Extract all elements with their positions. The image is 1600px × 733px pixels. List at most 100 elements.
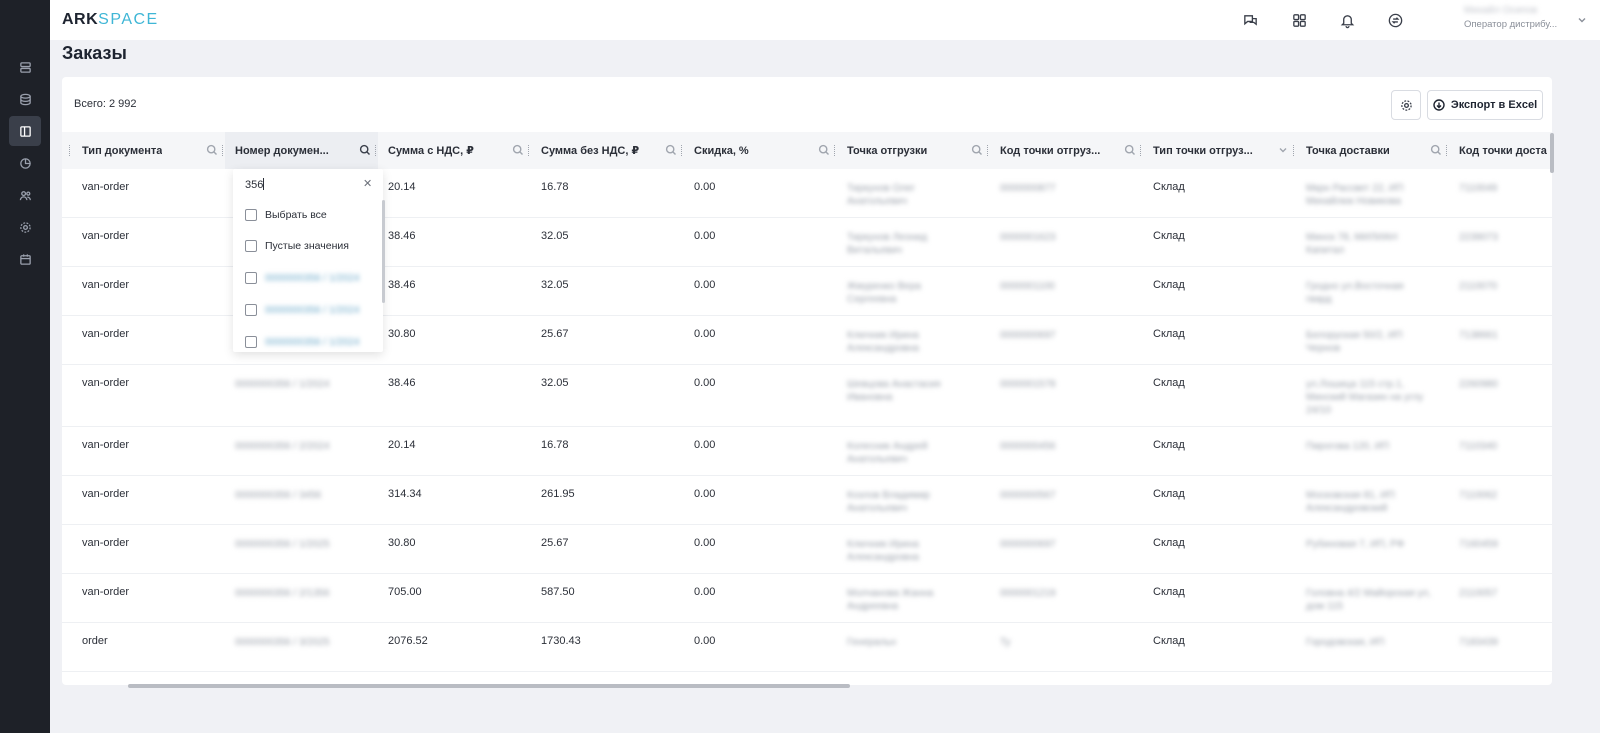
- user-name: Михайл Осипов: [1464, 5, 1538, 16]
- column-resize-handle[interactable]: [375, 145, 377, 156]
- cell-delivery: Головна 4/2 Майорская ул, дом 115: [1306, 588, 1431, 612]
- horizontal-scrollbar[interactable]: [128, 684, 850, 688]
- column-header[interactable]: Тип документа: [69, 132, 225, 169]
- cell-sum-no-vat: 32.05: [541, 230, 569, 242]
- cell-delivery: Минск 78, МИЛИАН Капитал: [1306, 232, 1398, 256]
- search-icon[interactable]: [512, 144, 525, 157]
- cell-delivery-code: 2110057: [1459, 588, 1498, 599]
- vertical-scrollbar[interactable]: [1550, 133, 1554, 173]
- cell-discount: 0.00: [694, 488, 716, 500]
- server-icon: [19, 61, 31, 73]
- clear-icon[interactable]: ✕: [363, 177, 372, 190]
- cell-sum-vat: 30.80: [388, 328, 416, 340]
- filter-option-empty-values[interactable]: Пустые значения: [245, 238, 349, 254]
- cell-number: 0000000356 / 2/2024: [235, 441, 330, 452]
- cell-number: 0000000356 / 1/2024: [235, 379, 330, 390]
- filter-option[interactable]: 0000000356 / 1/2024: [245, 334, 360, 350]
- sidebar-item-orders[interactable]: [9, 116, 41, 146]
- cell-sum-no-vat: 16.78: [541, 439, 569, 451]
- table-row[interactable]: van-order 0000000356 / 2/1356 705.00 587.50…: [62, 574, 1552, 623]
- search-icon[interactable]: [359, 144, 372, 157]
- cell-ship-type: Склад: [1153, 439, 1185, 451]
- search-icon[interactable]: [971, 144, 984, 157]
- top-bar: ARKSPACE Михайл Осипов Оператор дистрибу…: [50, 0, 1600, 40]
- cell-type: van-order: [82, 181, 130, 193]
- users-icon: [19, 190, 31, 200]
- total-count: Всего: 2 992: [74, 98, 137, 110]
- cell-delivery-code: 7110049: [1459, 183, 1498, 194]
- sync-icon[interactable]: [1384, 9, 1406, 31]
- cell-ship-point: Ключник Ирина Александровна: [847, 539, 919, 563]
- table-row[interactable]: order 0000000356 / 3/2025 2076.52 1730.43 0.…: [62, 623, 1552, 672]
- cell-ship-type: Склад: [1153, 488, 1185, 500]
- user-menu[interactable]: Михайл Осипов Оператор дистрибу...: [1464, 5, 1564, 30]
- column-header[interactable]: Код точки отгруз...: [987, 132, 1143, 169]
- search-icon[interactable]: [206, 144, 219, 157]
- app-logo[interactable]: ARKSPACE: [62, 11, 159, 29]
- sidebar-item-analytics[interactable]: [9, 148, 41, 178]
- sidebar-item-settings[interactable]: [9, 212, 41, 242]
- column-resize-handle[interactable]: [834, 145, 836, 156]
- column-resize-handle[interactable]: [1446, 145, 1448, 156]
- sidebar-item-dashboard[interactable]: [9, 52, 41, 82]
- cell-ship-point: Жмуренко Вера Сергеевна: [847, 281, 921, 305]
- layout-icon: [19, 125, 31, 137]
- filter-option[interactable]: 0000000356 / 1/2024: [245, 270, 360, 286]
- cell-ship-point: Молчанова Жанна Андреевна: [847, 588, 934, 612]
- column-resize-handle[interactable]: [69, 145, 71, 156]
- table-row[interactable]: van-order 0000000356 / 1/2024 38.46 32.05 0.…: [62, 365, 1552, 427]
- sidebar-item-calendar[interactable]: [9, 244, 41, 274]
- table-row[interactable]: van-order 0000000356 / 2/2024 20.14 16.78 0.…: [62, 427, 1552, 476]
- column-header[interactable]: Точка отгрузки: [834, 132, 990, 169]
- sidebar-item-users[interactable]: [9, 180, 41, 210]
- dropdown-scrollbar[interactable]: [382, 200, 385, 303]
- apps-grid-icon[interactable]: [1288, 9, 1310, 31]
- cell-ship-point: Генеральн: [847, 637, 897, 648]
- cell-delivery-code: 2110070: [1459, 281, 1498, 292]
- bell-icon[interactable]: [1336, 9, 1358, 31]
- chevron-down-icon[interactable]: [1277, 144, 1290, 157]
- checkbox[interactable]: [245, 272, 257, 284]
- column-resize-handle[interactable]: [1293, 145, 1295, 156]
- table-settings-button[interactable]: [1391, 90, 1421, 120]
- search-icon[interactable]: [1124, 144, 1137, 157]
- chat-icon[interactable]: [1239, 9, 1261, 31]
- column-header[interactable]: Точка доставки: [1293, 132, 1449, 169]
- filter-option[interactable]: 0000000356 / 1/2024: [245, 302, 360, 318]
- chevron-down-icon[interactable]: [1576, 13, 1588, 25]
- sidebar-item-database[interactable]: [9, 84, 41, 114]
- column-header[interactable]: Код точки доста: [1446, 132, 1552, 169]
- search-icon[interactable]: [665, 144, 678, 157]
- table-row[interactable]: van-order 0000000356 / 3456 314.34 261.95 0.…: [62, 476, 1552, 525]
- column-resize-handle[interactable]: [222, 145, 224, 156]
- checkbox[interactable]: [245, 336, 257, 348]
- column-resize-handle[interactable]: [987, 145, 989, 156]
- checkbox[interactable]: [245, 209, 257, 221]
- checkbox[interactable]: [245, 240, 257, 252]
- cell-number: 0000000356 / 2/1356: [235, 588, 330, 599]
- column-header[interactable]: Сумма без НДС, ₽: [528, 132, 684, 169]
- cell-sum-vat: 314.34: [388, 488, 422, 500]
- calendar-icon: [19, 253, 31, 265]
- cell-number: 0000000356 / 3456: [235, 490, 322, 501]
- cell-sum-no-vat: 1730.43: [541, 635, 581, 647]
- filter-option-select-all[interactable]: Выбрать все: [245, 207, 327, 223]
- filter-search-input[interactable]: 356: [245, 178, 265, 191]
- column-resize-handle[interactable]: [528, 145, 530, 156]
- column-header[interactable]: Номер докумен...: [222, 132, 378, 169]
- cell-delivery: Рубиновая 7, ИП, РФ: [1306, 539, 1405, 550]
- cell-discount: 0.00: [694, 377, 716, 389]
- column-resize-handle[interactable]: [1140, 145, 1142, 156]
- cell-delivery: Белоруская 50/2, ИП Чернов: [1306, 330, 1403, 354]
- column-resize-handle[interactable]: [681, 145, 683, 156]
- export-excel-button[interactable]: Экспорт в Excel: [1427, 90, 1543, 120]
- checkbox[interactable]: [245, 304, 257, 316]
- table-row[interactable]: van-order 0000000356 / 1/2025 30.80 25.67 0.…: [62, 525, 1552, 574]
- column-header[interactable]: Сумма с НДС, ₽: [375, 132, 531, 169]
- search-icon[interactable]: [1430, 144, 1443, 157]
- column-header[interactable]: Скидка, %: [681, 132, 837, 169]
- search-icon[interactable]: [818, 144, 831, 157]
- column-header[interactable]: Тип точки отгруз...: [1140, 132, 1296, 169]
- cell-ship-code: 0000000877: [1000, 183, 1056, 194]
- cell-type: van-order: [82, 279, 130, 291]
